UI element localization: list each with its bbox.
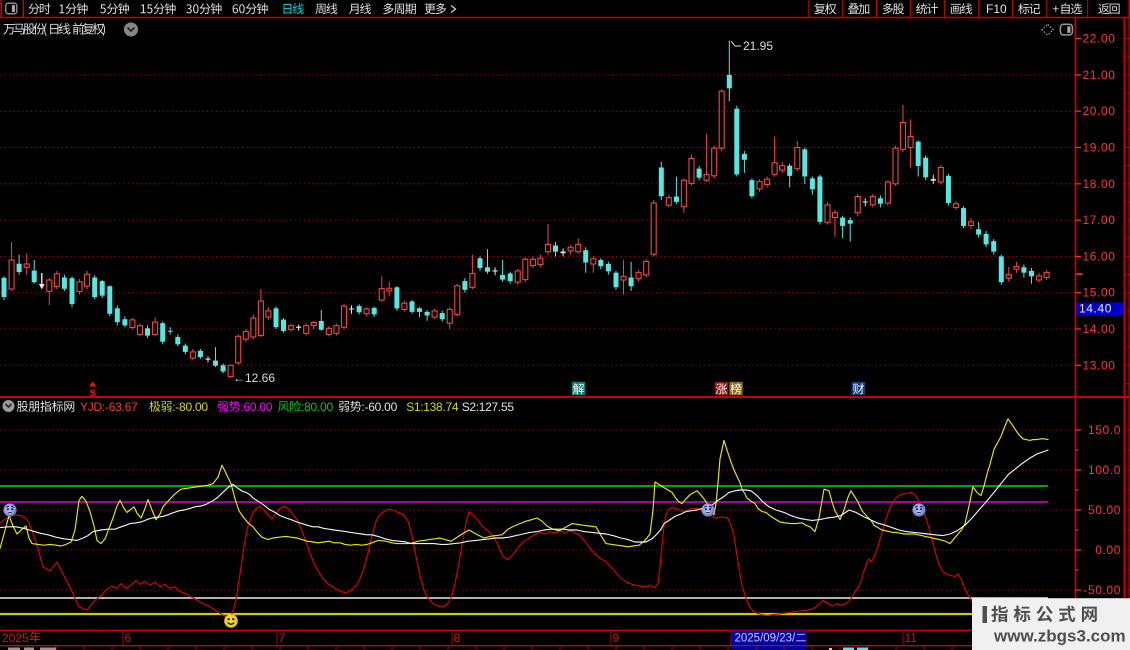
svg-text:11: 11 (905, 631, 918, 645)
svg-text:←12.66: ←12.66 (233, 371, 275, 385)
svg-text:6: 6 (125, 631, 132, 645)
svg-text:100.0: 100.0 (1088, 463, 1121, 477)
svg-text:15.00: 15.00 (1083, 286, 1116, 300)
svg-text:9: 9 (613, 631, 620, 645)
svg-text:2025/09/23/: 2025/09/23/ (735, 633, 797, 645)
svg-text:21.95: 21.95 (743, 39, 773, 53)
svg-text:14.00: 14.00 (1083, 322, 1116, 336)
svg-text:19.00: 19.00 (1083, 141, 1116, 155)
svg-text:7: 7 (279, 631, 286, 645)
svg-text:18.00: 18.00 (1083, 177, 1116, 191)
svg-text::-60.00: :-60.00 (361, 400, 397, 414)
svg-text:150.0: 150.0 (1088, 423, 1121, 437)
svg-text:21.00: 21.00 (1083, 68, 1116, 82)
svg-text:16.00: 16.00 (1083, 249, 1116, 263)
svg-text:-50.00: -50.00 (1083, 583, 1121, 597)
svg-text:22.00: 22.00 (1083, 32, 1116, 46)
svg-text:20.00: 20.00 (1083, 104, 1116, 118)
svg-text:YJD:-63.67: YJD:-63.67 (80, 400, 138, 414)
svg-text:17.00: 17.00 (1083, 213, 1116, 227)
svg-text:S1:138.74: S1:138.74 (406, 400, 459, 414)
svg-text::60.00: :60.00 (240, 400, 272, 414)
svg-text:0.00: 0.00 (1095, 543, 1121, 557)
svg-text:50.00: 50.00 (1088, 503, 1121, 517)
svg-text:13.00: 13.00 (1083, 358, 1116, 372)
svg-text:S2:127.55: S2:127.55 (462, 400, 515, 414)
svg-text:F10: F10 (986, 2, 1007, 16)
svg-text:14.40: 14.40 (1079, 302, 1112, 316)
svg-text::80.00: :80.00 (301, 400, 333, 414)
svg-text::-80.00: :-80.00 (172, 400, 208, 414)
svg-text:8: 8 (454, 631, 461, 645)
svg-text:www.zbgs3.com: www.zbgs3.com (993, 627, 1126, 646)
svg-text:2025: 2025 (2, 631, 29, 645)
